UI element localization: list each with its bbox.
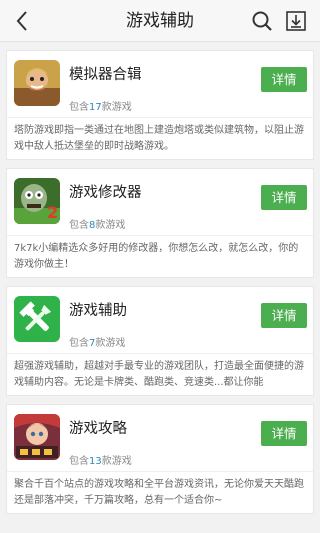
card-title: 游戏辅助 bbox=[69, 303, 127, 319]
detail-button[interactable]: 详情 bbox=[261, 185, 307, 210]
search-button[interactable] bbox=[250, 9, 274, 33]
top-bar: 游戏辅助 bbox=[0, 0, 320, 42]
wrench-icon bbox=[14, 296, 60, 342]
game-guide-icon bbox=[14, 414, 60, 460]
list-item[interactable]: 模拟器合辑 包含17款游戏 详情 塔防游戏即指一类通过在地图上建造炮塔或类似建筑… bbox=[6, 50, 314, 160]
card-title: 游戏攻略 bbox=[69, 421, 127, 437]
detail-button[interactable]: 详情 bbox=[261, 421, 307, 446]
plants-vs-zombies-icon: 2 bbox=[14, 178, 60, 224]
count-suffix: 款游戏 bbox=[101, 456, 132, 467]
card-title: 模拟器合辑 bbox=[69, 67, 142, 83]
detail-button[interactable]: 详情 bbox=[261, 303, 307, 328]
divider bbox=[7, 117, 313, 118]
count-suffix: 款游戏 bbox=[95, 338, 126, 349]
app-screen: 游戏辅助 模拟器合辑 包含17款游戏 详情 塔防游戏即指一类通过在地图上建造炮塔… bbox=[0, 0, 320, 533]
download-icon bbox=[286, 11, 306, 31]
count-number: 13 bbox=[89, 456, 102, 467]
count-suffix: 款游戏 bbox=[101, 102, 132, 113]
divider bbox=[7, 471, 313, 472]
list-item[interactable]: 游戏攻略 包含13款游戏 详情 聚合千百个站点的游戏攻略和全平台游戏资讯，无论你… bbox=[6, 404, 314, 514]
clash-of-clans-icon bbox=[14, 60, 60, 106]
count-prefix: 包含 bbox=[69, 220, 89, 231]
card-description: 塔防游戏即指一类通过在地图上建造炮塔或类似建筑物，以阻止游戏中敌人抵达堡垒的即时… bbox=[14, 125, 304, 152]
card-description: 7k7k小编精选众多好用的修改器，你想怎么改，就怎么改，你的游戏你做主！ bbox=[14, 243, 299, 270]
game-count: 包含17款游戏 bbox=[69, 98, 132, 113]
divider bbox=[7, 353, 313, 354]
detail-button[interactable]: 详情 bbox=[261, 67, 307, 92]
list-item[interactable]: 游戏辅助 包含7款游戏 详情 超强游戏辅助，超越对手最专业的游戏团队，打造最全面… bbox=[6, 286, 314, 396]
card-description: 超强游戏辅助，超越对手最专业的游戏团队，打造最全面便捷的游戏辅助内容。无论是卡牌… bbox=[14, 361, 304, 388]
count-prefix: 包含 bbox=[69, 102, 89, 113]
count-suffix: 款游戏 bbox=[95, 220, 126, 231]
game-count: 包含8款游戏 bbox=[69, 216, 125, 231]
count-prefix: 包含 bbox=[69, 456, 89, 467]
game-count: 包含13款游戏 bbox=[69, 452, 132, 467]
card-title: 游戏修改器 bbox=[69, 185, 142, 201]
count-number: 17 bbox=[89, 102, 102, 113]
game-count: 包含7款游戏 bbox=[69, 334, 125, 349]
list-item[interactable]: 2 游戏修改器 包含8款游戏 详情 7k7k小编精选众多好用的修改器，你想怎么改… bbox=[6, 168, 314, 278]
search-icon bbox=[252, 11, 272, 31]
download-button[interactable] bbox=[285, 10, 307, 32]
card-description: 聚合千百个站点的游戏攻略和全平台游戏资讯，无论你爱天天酷跑还是部落冲突，千万篇攻… bbox=[14, 479, 304, 506]
divider bbox=[7, 235, 313, 236]
svg-text:2: 2 bbox=[47, 203, 58, 222]
count-prefix: 包含 bbox=[69, 338, 89, 349]
